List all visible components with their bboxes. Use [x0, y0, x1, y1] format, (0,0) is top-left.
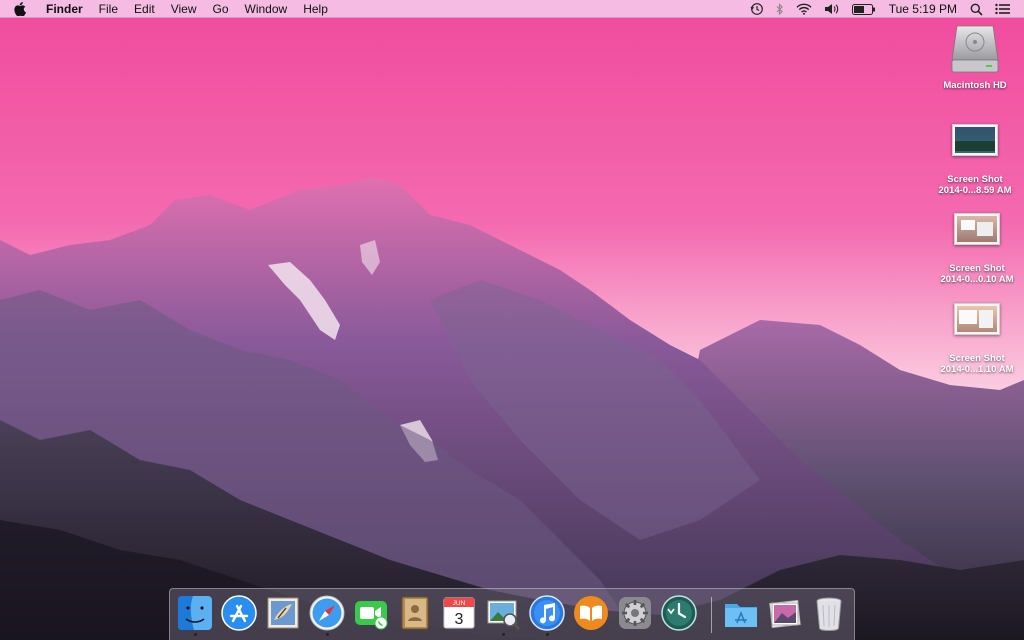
menu-view[interactable]: View — [163, 0, 205, 18]
screenshot-icon — [952, 124, 998, 156]
dock-item-finder[interactable] — [176, 594, 214, 636]
desktop-wallpaper — [0, 0, 1024, 640]
contacts-icon — [401, 596, 429, 630]
battery-icon[interactable] — [846, 0, 882, 18]
desktop-icon-label-line2: 2014-0...1.10 AM — [940, 364, 1014, 375]
finder-icon — [178, 596, 212, 630]
desktop-icon-label-line1: Screen Shot — [947, 174, 1003, 185]
menu-bar: Finder File Edit View Go Window Help Tue… — [0, 0, 1024, 18]
menu-app-finder[interactable]: Finder — [40, 0, 91, 18]
calendar-icon: JUN 3 — [443, 597, 475, 629]
trash-icon — [816, 597, 842, 632]
dock-item-trash[interactable] — [810, 594, 848, 632]
ibooks-icon — [574, 596, 608, 630]
time-machine-icon — [661, 595, 697, 631]
dock-item-system-preferences[interactable] — [616, 594, 654, 632]
screenshot-icon — [954, 303, 1000, 335]
desktop-icon-label-line1: Screen Shot — [949, 353, 1005, 364]
preview-icon — [487, 600, 520, 630]
desktop-icon-screenshot-3[interactable]: Screen Shot 2014-0...1.10 AM — [929, 303, 1024, 375]
applications-folder-icon — [725, 604, 757, 627]
desktop-icon-screenshot-1[interactable]: Screen Shot 2014-0...8.59 AM — [927, 124, 1023, 196]
dock: JUN 3 — [169, 588, 855, 640]
volume-icon[interactable] — [818, 0, 846, 18]
app-store-icon — [221, 595, 257, 631]
menu-go[interactable]: Go — [205, 0, 237, 18]
desktop-icon-label-line2: 2014-0...0.10 AM — [940, 274, 1014, 285]
downloads-stack-icon — [769, 600, 801, 628]
status-menus: Tue 5:19 PM — [744, 0, 1016, 18]
hard-drive-icon — [951, 25, 999, 73]
wifi-icon[interactable] — [790, 0, 818, 18]
dock-item-contacts[interactable] — [396, 594, 434, 632]
running-indicator — [502, 633, 505, 636]
system-preferences-icon — [619, 597, 651, 629]
facetime-icon — [355, 601, 388, 630]
desktop-icon-screenshot-2[interactable]: Screen Shot 2014-0...0.10 AM — [929, 213, 1024, 285]
dock-item-applications[interactable] — [722, 594, 760, 632]
bluetooth-icon[interactable] — [770, 0, 790, 18]
dock-item-itunes[interactable] — [528, 594, 566, 636]
dock-item-mail[interactable] — [264, 594, 302, 632]
menu-clock[interactable]: Tue 5:19 PM — [882, 0, 964, 18]
itunes-icon — [529, 595, 565, 631]
menu-edit[interactable]: Edit — [126, 0, 163, 18]
menu-help[interactable]: Help — [295, 0, 336, 18]
desktop-icon-label: Macintosh HD — [943, 80, 1007, 91]
dock-item-preview[interactable] — [484, 594, 522, 636]
dock-item-time-machine[interactable] — [660, 594, 698, 632]
spotlight-icon[interactable] — [964, 0, 989, 18]
menu-file[interactable]: File — [91, 0, 126, 18]
desktop-icon-label-line2: 2014-0...8.59 AM — [938, 185, 1012, 196]
running-indicator — [194, 633, 197, 636]
menu-window[interactable]: Window — [237, 0, 296, 18]
dock-item-safari[interactable] — [308, 594, 346, 636]
dock-item-app-store[interactable] — [220, 594, 258, 632]
apple-menu-icon[interactable] — [14, 1, 32, 16]
calendar-day: 3 — [455, 611, 464, 628]
running-indicator — [546, 633, 549, 636]
desktop-icon-macintosh-hd[interactable]: Macintosh HD — [927, 24, 1023, 91]
calendar-month: JUN — [453, 600, 466, 607]
time-machine-icon[interactable] — [744, 0, 770, 18]
safari-icon — [309, 595, 345, 631]
notification-center-icon[interactable] — [989, 0, 1016, 18]
desktop-icon-label-line1: Screen Shot — [949, 263, 1005, 274]
dock-item-facetime[interactable] — [352, 594, 390, 632]
dock-item-calendar[interactable]: JUN 3 — [440, 594, 478, 632]
running-indicator — [326, 633, 329, 636]
dock-item-ibooks[interactable] — [572, 594, 610, 632]
dock-item-downloads[interactable] — [766, 594, 804, 632]
screenshot-icon — [954, 213, 1000, 245]
mail-icon — [267, 597, 299, 629]
dock-separator — [711, 597, 712, 633]
